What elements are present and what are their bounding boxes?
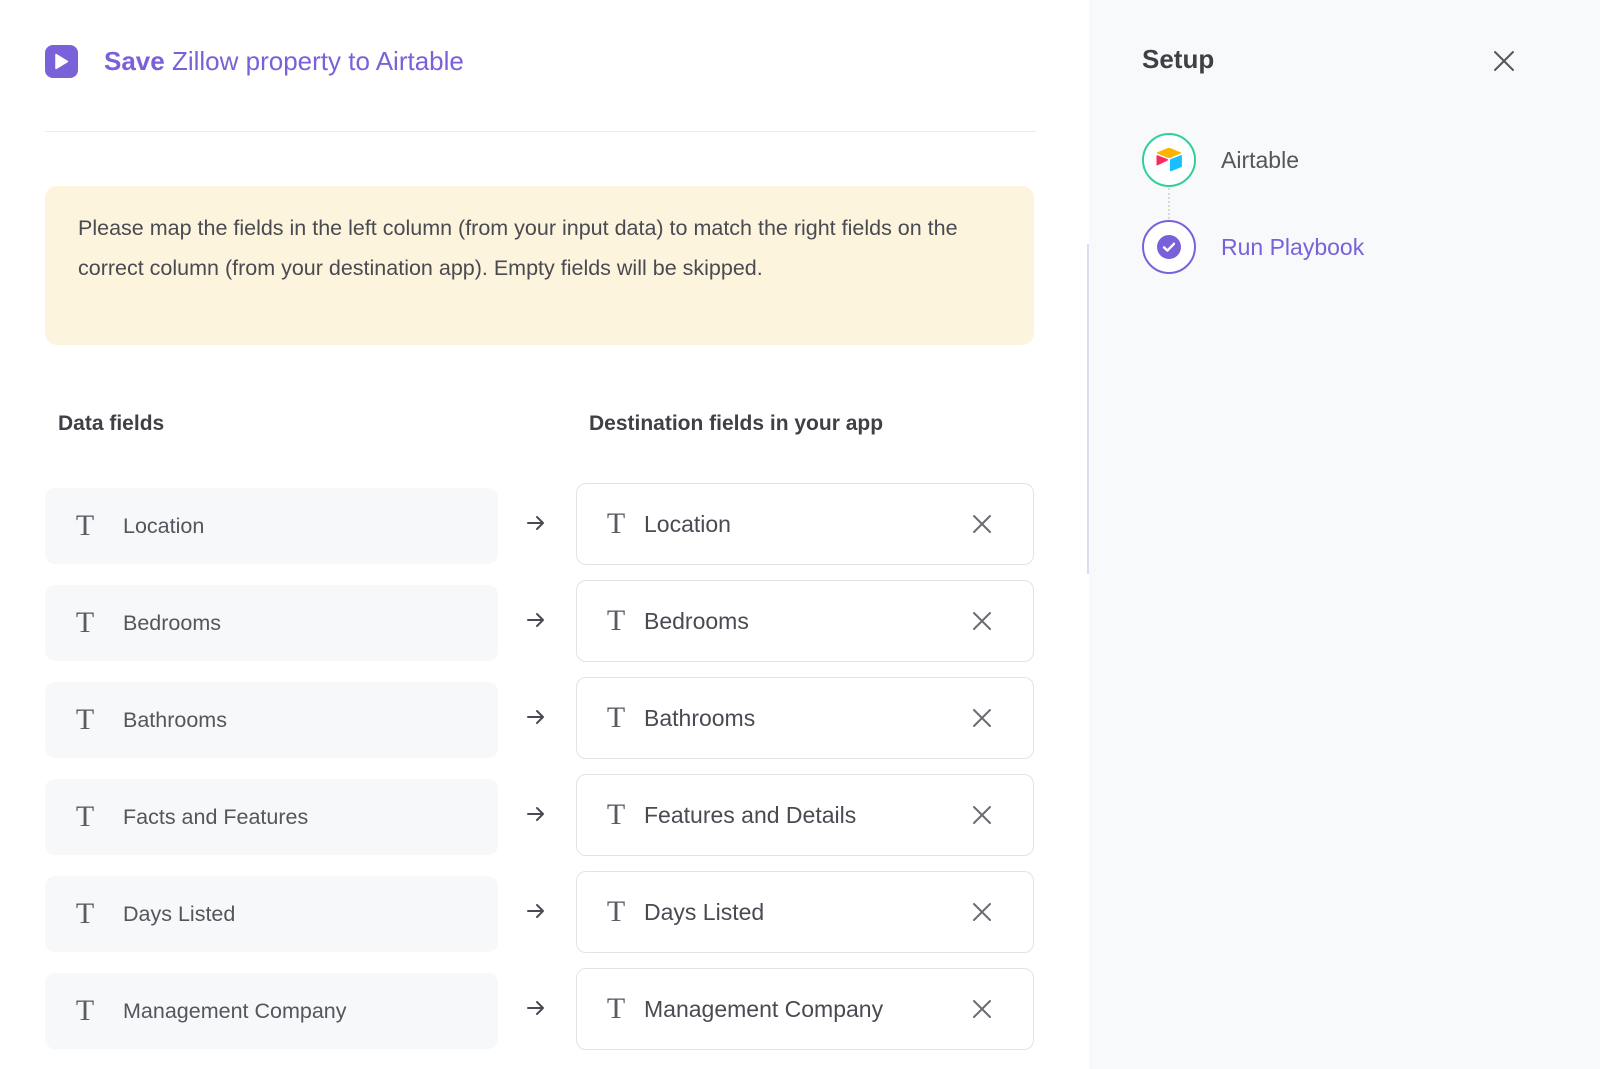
play-icon[interactable] bbox=[45, 44, 78, 78]
mapping-row: T Management Company T Management Compan… bbox=[45, 968, 1035, 1065]
arrow-right-icon bbox=[527, 1001, 544, 1015]
clear-field-button[interactable] bbox=[962, 989, 1002, 1029]
header-divider bbox=[45, 131, 1036, 132]
setup-step-airtable[interactable]: Airtable bbox=[1142, 133, 1299, 187]
close-setup-button[interactable] bbox=[1487, 44, 1521, 78]
setup-title: Setup bbox=[1142, 44, 1215, 74]
text-type-icon: T bbox=[606, 604, 626, 637]
clear-field-button[interactable] bbox=[962, 698, 1002, 738]
arrow-right-icon bbox=[527, 807, 544, 821]
destination-field[interactable]: T Location bbox=[576, 483, 1034, 565]
close-icon bbox=[973, 709, 991, 727]
text-type-icon: T bbox=[75, 800, 95, 833]
mapping-row: T Location T Location bbox=[45, 483, 1035, 580]
destination-field-label: Bathrooms bbox=[644, 704, 756, 731]
source-field: T Location bbox=[45, 488, 498, 564]
text-type-icon: T bbox=[75, 509, 95, 542]
clear-field-button[interactable] bbox=[962, 892, 1002, 932]
source-field-label: Location bbox=[123, 513, 205, 538]
source-field-label: Bathrooms bbox=[123, 707, 227, 732]
panel-scroll-indicator bbox=[1087, 244, 1089, 574]
playbook-title: Save Zillow property to Airtable bbox=[104, 46, 464, 77]
destination-field[interactable]: T Days Listed bbox=[576, 871, 1034, 953]
text-type-icon: T bbox=[75, 897, 95, 930]
source-field-label: Bedrooms bbox=[123, 610, 221, 635]
step-label: Run Playbook bbox=[1221, 233, 1365, 260]
mapping-row: T Bathrooms T Bathrooms bbox=[45, 677, 1035, 774]
step-label: Airtable bbox=[1221, 146, 1299, 173]
mapping-instructions: Please map the fields in the left column… bbox=[45, 186, 1034, 345]
destination-field[interactable]: T Bedrooms bbox=[576, 580, 1034, 662]
destination-field[interactable]: T Features and Details bbox=[576, 774, 1034, 856]
setup-panel: Setup Airtable Run Playbook bbox=[1089, 0, 1600, 1069]
mapping-row: T Days Listed T Days Listed bbox=[45, 871, 1035, 968]
source-field-label: Management Company bbox=[123, 998, 347, 1023]
destination-field[interactable]: T Management Company bbox=[576, 968, 1034, 1050]
clear-field-button[interactable] bbox=[962, 504, 1002, 544]
destination-field-label: Management Company bbox=[644, 995, 884, 1022]
mapping-row: T Facts and Features T Features and Deta… bbox=[45, 774, 1035, 871]
clear-field-button[interactable] bbox=[962, 601, 1002, 641]
text-type-icon: T bbox=[606, 798, 626, 831]
arrow-right-icon bbox=[527, 516, 544, 530]
source-field-label: Days Listed bbox=[123, 901, 236, 926]
close-icon bbox=[973, 515, 991, 533]
destination-field-label: Location bbox=[644, 510, 731, 537]
playbook-title-name: Zillow property to Airtable bbox=[171, 45, 464, 76]
text-type-icon: T bbox=[606, 895, 626, 928]
source-field: T Bedrooms bbox=[45, 585, 498, 661]
close-icon bbox=[973, 612, 991, 630]
source-field: T Days Listed bbox=[45, 876, 498, 952]
text-type-icon: T bbox=[75, 994, 95, 1027]
close-icon bbox=[973, 1000, 991, 1018]
text-type-icon: T bbox=[606, 992, 626, 1025]
airtable-logo-icon bbox=[1156, 147, 1182, 172]
source-field: T Facts and Features bbox=[45, 779, 498, 855]
close-icon bbox=[973, 806, 991, 824]
destination-fields-heading: Destination fields in your app bbox=[589, 412, 884, 435]
data-fields-heading: Data fields bbox=[58, 412, 165, 435]
field-mapping-list: T Location T Location T Bedrooms T Bedro… bbox=[45, 483, 1035, 1065]
step-icon-wrapper bbox=[1142, 133, 1196, 187]
clear-field-button[interactable] bbox=[962, 795, 1002, 835]
setup-step-run-playbook[interactable]: Run Playbook bbox=[1142, 220, 1364, 274]
step-connector bbox=[1168, 188, 1170, 219]
arrow-right-icon bbox=[527, 710, 544, 724]
step-icon-wrapper bbox=[1142, 220, 1196, 274]
source-field: T Bathrooms bbox=[45, 682, 498, 758]
destination-field-label: Features and Details bbox=[644, 801, 857, 828]
close-icon bbox=[973, 903, 991, 921]
close-icon bbox=[1494, 51, 1514, 71]
destination-field-label: Bedrooms bbox=[644, 607, 749, 634]
text-type-icon: T bbox=[606, 507, 626, 540]
source-field: T Management Company bbox=[45, 973, 498, 1049]
text-type-icon: T bbox=[606, 701, 626, 734]
playbook-title-action: Save bbox=[104, 45, 165, 76]
check-circle-icon bbox=[1157, 235, 1181, 259]
arrow-right-icon bbox=[527, 613, 544, 627]
mapping-panel: Save Zillow property to Airtable Please … bbox=[0, 0, 1089, 1069]
source-field-label: Facts and Features bbox=[123, 804, 309, 829]
text-type-icon: T bbox=[75, 606, 95, 639]
playbook-header: Save Zillow property to Airtable bbox=[45, 40, 464, 82]
destination-field[interactable]: T Bathrooms bbox=[576, 677, 1034, 759]
arrow-right-icon bbox=[527, 904, 544, 918]
mapping-row: T Bedrooms T Bedrooms bbox=[45, 580, 1035, 677]
text-type-icon: T bbox=[75, 703, 95, 736]
destination-field-label: Days Listed bbox=[644, 898, 765, 925]
